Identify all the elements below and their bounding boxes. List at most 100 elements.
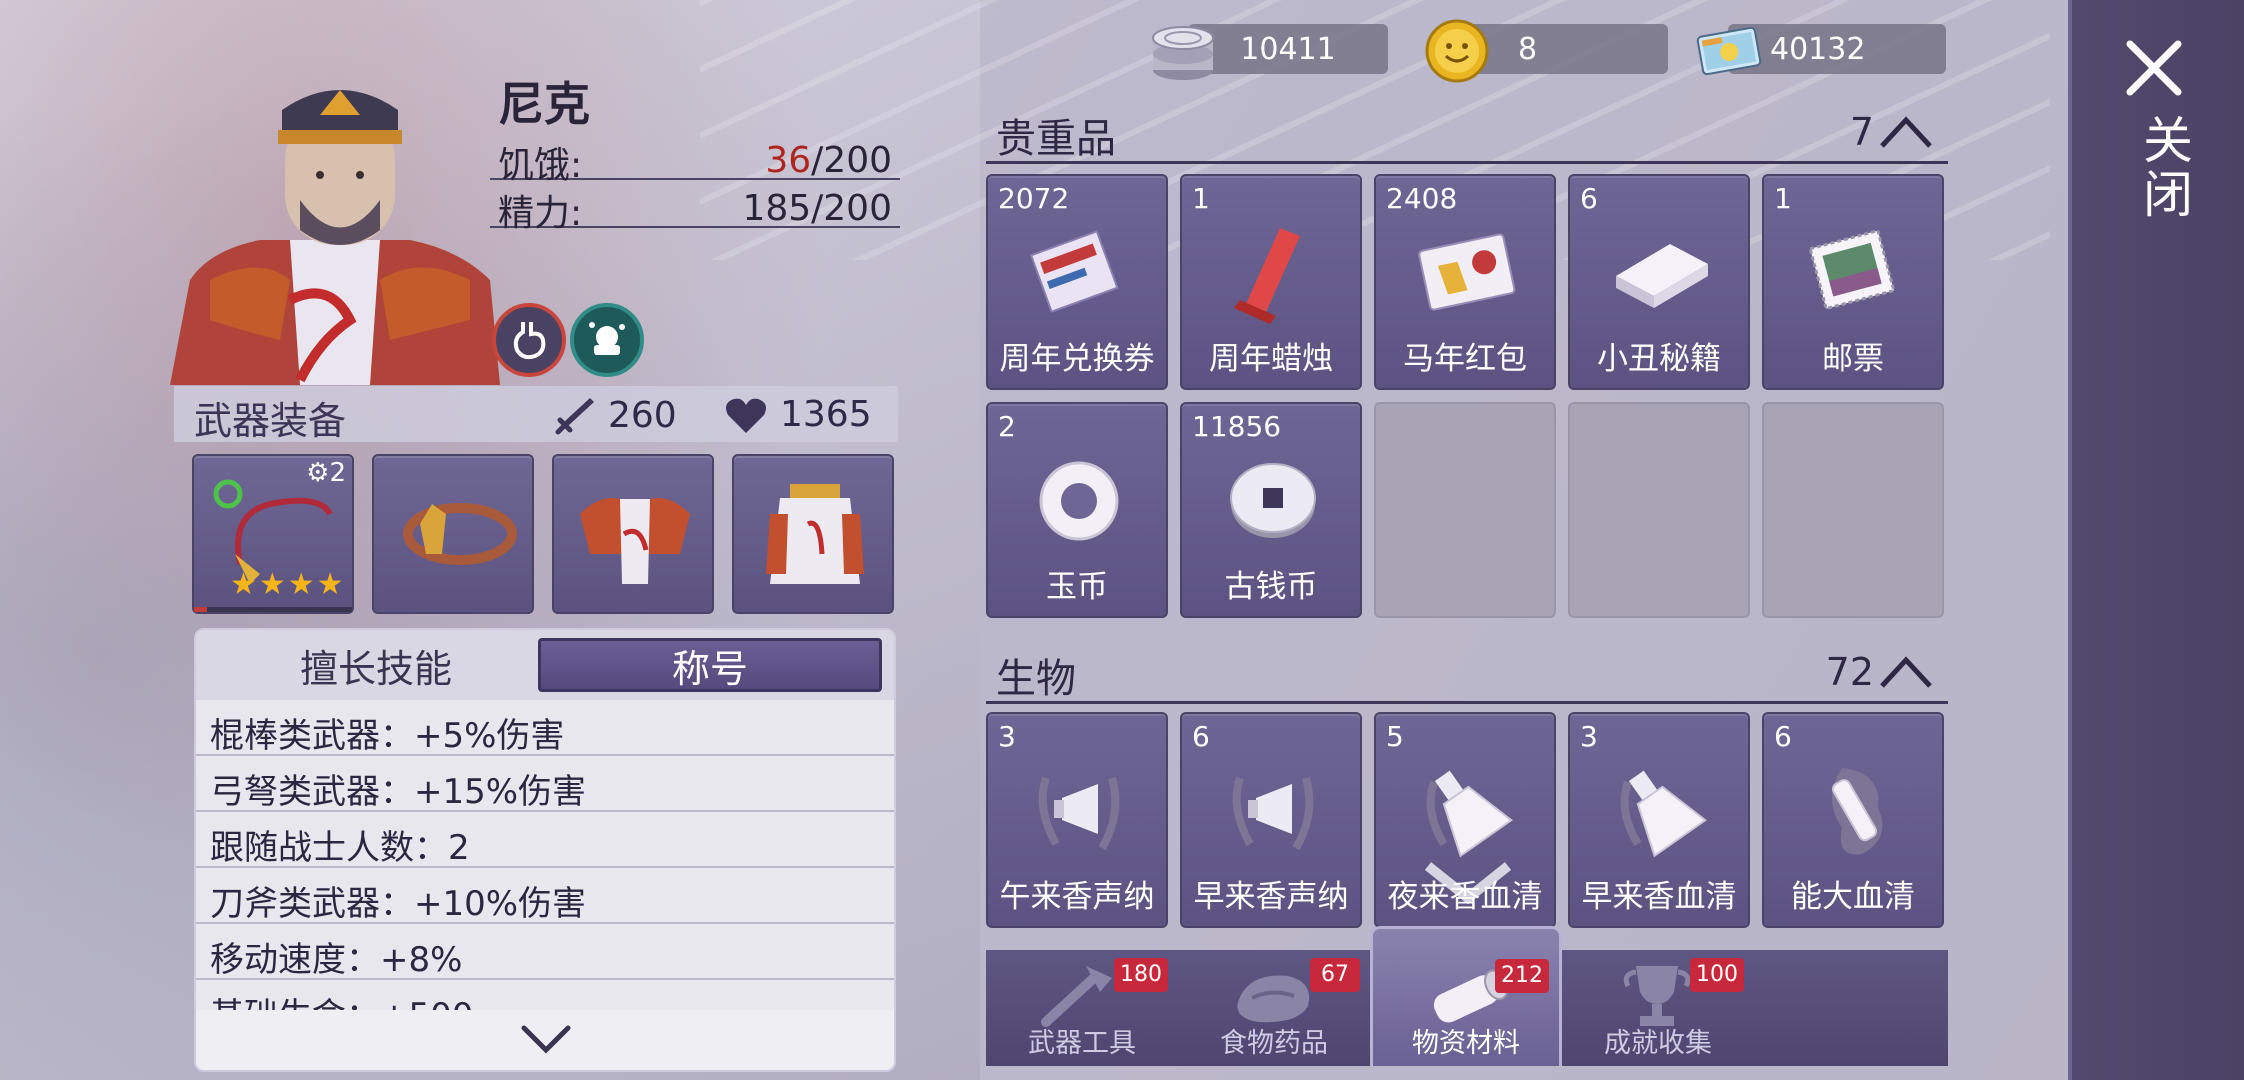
ancient-coin-icon: [1230, 463, 1316, 538]
star-rating: ★★★★: [230, 567, 346, 602]
item-candle[interactable]: 1 周年蜡烛: [1180, 174, 1362, 390]
skill-list[interactable]: 棍棒类武器：+5%伤害 弓弩类武器：+15%伤害 跟随战士人数：2 刀斧类武器：…: [196, 700, 894, 1010]
item-count: 6: [1580, 182, 1598, 215]
secret-book-icon: [1616, 244, 1708, 308]
silver-coin-stack-icon: [1152, 26, 1214, 80]
nav-badge: 67: [1310, 958, 1360, 992]
tab-achievements[interactable]: 100 成就收集: [1562, 950, 1754, 1066]
nav-badge: 180: [1114, 958, 1168, 992]
currency-silver-value: 10411: [1188, 24, 1388, 74]
ticket-icon: [1696, 26, 1762, 76]
item-count: 2: [998, 410, 1016, 443]
nav-label: 物资材料: [1412, 1028, 1520, 1059]
item-name: 早来香声纳: [1193, 879, 1349, 915]
skill-row: 跟随战士人数：2: [196, 812, 894, 868]
item-exchange-coupon[interactable]: 2072 周年兑换券: [986, 174, 1168, 390]
durability-bar: [194, 607, 352, 612]
energy-label: 精力:: [498, 193, 583, 234]
sonar-megaphone-icon: [1232, 776, 1314, 851]
tab-title[interactable]: 称号: [538, 638, 882, 692]
scroll-down-hint-icon[interactable]: [1420, 858, 1516, 908]
tab-food-medicine[interactable]: 67 食物药品: [1178, 950, 1370, 1066]
candle-icon: [1234, 228, 1300, 324]
equip-slot-armor[interactable]: [552, 454, 714, 614]
nav-label: 食物药品: [1220, 1028, 1328, 1059]
item-stamps[interactable]: 1 邮票: [1762, 174, 1944, 390]
item-creature[interactable]: 6 能大血清: [1762, 712, 1944, 928]
horse-belt-icon: [403, 503, 517, 565]
tab-skills[interactable]: 擅长技能: [206, 638, 546, 692]
item-red-envelope[interactable]: 2408 马年红包: [1374, 174, 1556, 390]
valuables-title: 贵重品: [996, 116, 1116, 162]
exchange-coupon-icon: [1029, 230, 1119, 313]
skills-panel: 擅长技能 称号 棍棒类武器：+5%伤害 弓弩类武器：+15%伤害 跟随战士人数：…: [194, 628, 896, 1072]
empty-slot: [1374, 402, 1556, 618]
item-name: 早来香血清: [1581, 879, 1737, 915]
valuables-header[interactable]: 贵重品 7: [986, 96, 1948, 164]
item-name: 周年兑换券: [999, 341, 1155, 377]
hunger-label: 饥饿:: [498, 145, 583, 186]
stomach-icon[interactable]: [492, 303, 566, 377]
currency-silver: 10411: [1148, 22, 1388, 80]
sonar-megaphone-icon: [1038, 776, 1120, 851]
ghost-spirit-icon[interactable]: [570, 303, 644, 377]
equip-slot-weapon[interactable]: ⚙2 ★★★★: [192, 454, 354, 614]
item-jade-coin[interactable]: 2 玉币: [986, 402, 1168, 618]
chevron-up-icon[interactable]: [1878, 654, 1934, 690]
nav-label: 武器工具: [1028, 1028, 1136, 1059]
energy-stat: 精力: 185/200: [490, 182, 900, 234]
armor-skirt-icon: [766, 484, 864, 584]
hunger-value: 36/200: [765, 140, 892, 181]
skill-tabs: 擅长技能 称号: [196, 630, 894, 700]
item-creature[interactable]: 3 午来香声纳: [986, 712, 1168, 928]
item-name: 古钱币: [1224, 569, 1318, 605]
chevron-up-icon[interactable]: [1878, 114, 1934, 150]
nav-label: 成就收集: [1604, 1028, 1712, 1059]
item-name: 小丑秘籍: [1597, 341, 1721, 377]
tab-weapons-tools[interactable]: 180 武器工具: [986, 950, 1178, 1066]
item-count: 6: [1192, 720, 1210, 753]
currency-gold: 8: [1422, 19, 1668, 83]
health-value: 1365: [780, 394, 872, 435]
close-icon: [2126, 40, 2182, 96]
equip-slot-belt[interactable]: [372, 454, 534, 614]
equip-slot-lower-armor[interactable]: [732, 454, 894, 614]
item-count: 5: [1386, 720, 1404, 753]
currency-ticket: 40132: [1694, 22, 1946, 76]
serum-flask-icon: [1620, 770, 1708, 858]
skill-row: 弓弩类武器：+15%伤害: [196, 756, 894, 812]
item-count: 2408: [1386, 182, 1458, 215]
item-name: 马年红包: [1403, 341, 1527, 377]
skill-row: 刀斧类武器：+10%伤害: [196, 868, 894, 924]
close-button[interactable]: 关闭: [2122, 36, 2193, 226]
gold-smiley-coin-icon: [1425, 19, 1489, 83]
item-count: 11856: [1192, 410, 1282, 443]
hunger-current: 36: [765, 140, 812, 181]
upgrade-badge: ⚙2: [306, 458, 346, 488]
skill-row: 移动速度：+8%: [196, 924, 894, 980]
creatures-header[interactable]: 生物 72: [986, 636, 1948, 704]
stamps-icon: [1808, 228, 1896, 311]
valuables-count: 7: [1849, 110, 1874, 154]
heart-icon: [726, 398, 766, 433]
item-name: 周年蜡烛: [1209, 341, 1333, 377]
serum-vial-icon: [1831, 768, 1883, 855]
equipment-title: 武器装备: [194, 399, 347, 443]
item-creature[interactable]: 6 早来香声纳: [1180, 712, 1362, 928]
item-secret-book[interactable]: 6 小丑秘籍: [1568, 174, 1750, 390]
item-ancient-coin[interactable]: 11856 古钱币: [1180, 402, 1362, 618]
item-count: 3: [998, 720, 1016, 753]
upgrade-count: 2: [329, 458, 346, 488]
chevron-down-icon[interactable]: [516, 1016, 576, 1062]
creatures-count: 72: [1825, 650, 1874, 694]
hunger-max: /200: [811, 140, 892, 181]
item-name: 玉币: [1046, 569, 1108, 605]
empty-slot: [1762, 402, 1944, 618]
item-count: 1: [1192, 182, 1210, 215]
item-creature[interactable]: 3 早来香血清: [1568, 712, 1750, 928]
sword-icon: [555, 398, 594, 435]
skill-row: 基础生命：+500: [196, 980, 894, 1010]
tab-supplies-materials[interactable]: 212 物资材料: [1370, 926, 1562, 1066]
item-name: 午来香声纳: [999, 879, 1155, 915]
item-count: 2072: [998, 182, 1070, 215]
